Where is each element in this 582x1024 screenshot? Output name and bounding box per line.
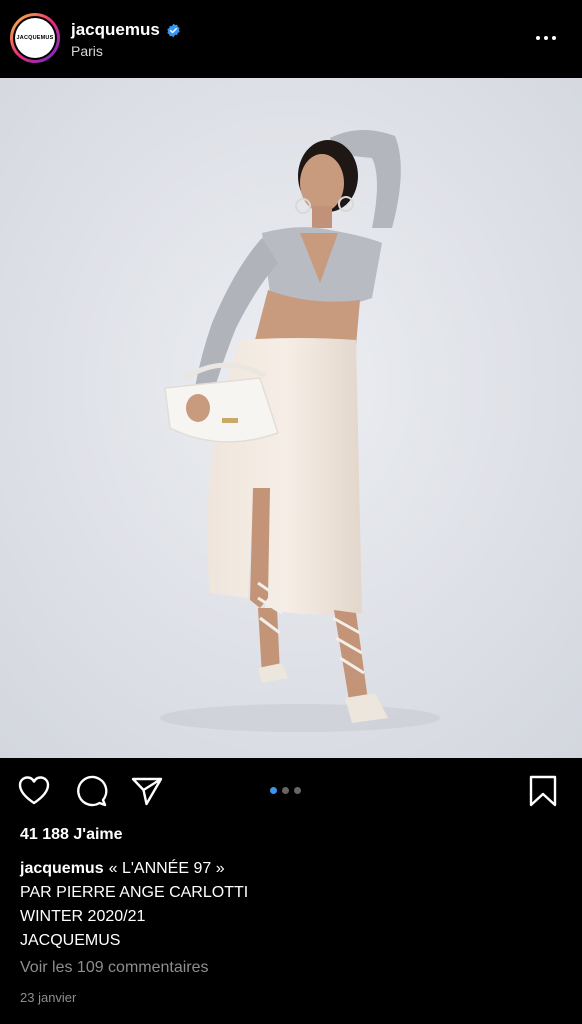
caption-line: « L'ANNÉE 97 »	[108, 860, 225, 877]
carousel-indicator	[270, 787, 301, 794]
post-date: 23 janvier	[20, 990, 77, 1005]
username-row: jacquemus	[71, 20, 181, 40]
avatar-logo: JACQUEMUS	[15, 18, 55, 58]
carousel-dot	[282, 787, 289, 794]
verified-badge-icon	[167, 23, 180, 37]
caption-line: PAR PIERRE ANGE CARLOTTI	[20, 884, 249, 901]
heart-icon[interactable]	[17, 774, 51, 808]
send-icon[interactable]	[130, 774, 164, 808]
bookmark-icon[interactable]	[526, 774, 560, 808]
post-photo-illustration	[0, 78, 582, 758]
caption-line: JACQUEMUS	[20, 932, 121, 949]
caption-line: WINTER 2020/21	[20, 908, 146, 925]
avatar[interactable]: JACQUEMUS	[10, 13, 60, 63]
view-comments-link[interactable]: Voir les 109 commentaires	[20, 959, 209, 977]
action-bar	[0, 770, 582, 814]
location[interactable]: Paris	[71, 43, 103, 59]
caption-username[interactable]: jacquemus	[20, 860, 104, 877]
post-image[interactable]	[0, 78, 582, 758]
post-header: JACQUEMUS jacquemus Paris	[0, 0, 582, 78]
carousel-dot-active	[270, 787, 277, 794]
caption: jacquemus « L'ANNÉE 97 » PAR PIERRE ANGE …	[20, 857, 560, 953]
carousel-dot	[294, 787, 301, 794]
likes-count[interactable]: 41 188 J'aime	[20, 826, 123, 844]
comment-icon[interactable]	[74, 774, 108, 808]
username[interactable]: jacquemus	[71, 20, 160, 40]
more-horizontal-icon[interactable]	[536, 28, 560, 48]
